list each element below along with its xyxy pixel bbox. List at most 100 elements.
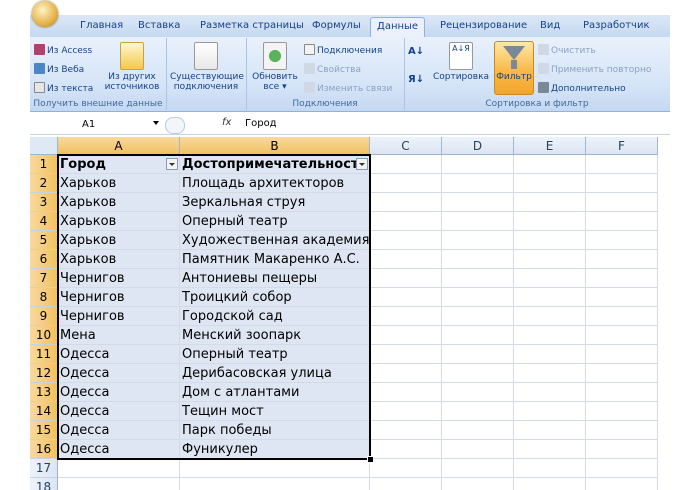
edit-links-button[interactable]: Изменить связи — [304, 82, 392, 94]
column-header-d[interactable]: D — [442, 137, 514, 155]
cell-a[interactable]: Мена — [58, 326, 180, 345]
cell-b[interactable]: Оперный театр — [180, 212, 370, 231]
cell-f[interactable] — [586, 459, 658, 478]
function-icon[interactable]: fx — [222, 117, 231, 128]
cell-b[interactable]: Дерибасовская улица — [180, 364, 370, 383]
cell-a[interactable]: Одесса — [58, 345, 180, 364]
cell-e[interactable] — [514, 231, 586, 250]
cell-f[interactable] — [586, 269, 658, 288]
cell-d[interactable] — [442, 440, 514, 459]
cell-f[interactable] — [586, 383, 658, 402]
row-header[interactable]: 7 — [30, 269, 58, 288]
refresh-all-button[interactable]: Обновить все ▾ — [250, 42, 300, 92]
cell-a[interactable]: Одесса — [58, 364, 180, 383]
formula-bar-splitter[interactable] — [165, 117, 185, 134]
cell-f[interactable] — [586, 307, 658, 326]
cell-a[interactable]: Одесса — [58, 383, 180, 402]
cell-e[interactable] — [514, 155, 586, 174]
row-header[interactable]: 5 — [30, 231, 58, 250]
cell-e[interactable] — [514, 250, 586, 269]
select-all-corner[interactable] — [30, 137, 58, 155]
cell-d[interactable] — [442, 231, 514, 250]
formula-input[interactable]: Город — [245, 118, 277, 129]
row-header[interactable]: 10 — [30, 326, 58, 345]
cell-e[interactable] — [514, 345, 586, 364]
cell-a[interactable] — [58, 459, 180, 478]
cell-b[interactable]: Тещин мост — [180, 402, 370, 421]
cell-d[interactable] — [442, 212, 514, 231]
clear-filter-button[interactable]: Очистить — [538, 44, 596, 56]
cell-d[interactable] — [442, 307, 514, 326]
cell-b[interactable] — [180, 478, 370, 490]
fill-handle[interactable] — [367, 456, 374, 463]
cell-b[interactable]: Фуникулер — [180, 440, 370, 459]
cell-b[interactable]: Троицкий собор — [180, 288, 370, 307]
row-header[interactable]: 8 — [30, 288, 58, 307]
name-box-dropdown-icon[interactable] — [153, 121, 159, 125]
column-header-f[interactable]: F — [586, 137, 658, 155]
cell-e[interactable] — [514, 269, 586, 288]
cell-f[interactable] — [586, 288, 658, 307]
from-access-button[interactable]: Из Access — [34, 44, 92, 56]
properties-button[interactable]: Свойства — [304, 63, 361, 75]
cell-e[interactable] — [514, 440, 586, 459]
cell-a[interactable]: Харьков — [58, 231, 180, 250]
filter-dropdown-a-icon[interactable] — [166, 158, 178, 170]
cell-c[interactable] — [370, 364, 442, 383]
row-header[interactable]: 13 — [30, 383, 58, 402]
row-header[interactable]: 1 — [30, 155, 58, 174]
cell-a[interactable]: Одесса — [58, 421, 180, 440]
tab-review[interactable]: Рецензирование — [440, 20, 527, 31]
cell-a[interactable]: Харьков — [58, 193, 180, 212]
cell-b[interactable] — [180, 459, 370, 478]
row-header[interactable]: 4 — [30, 212, 58, 231]
cell-c[interactable] — [370, 231, 442, 250]
cell-b[interactable]: Менский зоопарк — [180, 326, 370, 345]
cell-a[interactable]: Харьков — [58, 250, 180, 269]
cell-c[interactable] — [370, 478, 442, 490]
cell-e[interactable] — [514, 364, 586, 383]
cell-a[interactable]: Харьков — [58, 212, 180, 231]
row-header[interactable]: 6 — [30, 250, 58, 269]
cell-e[interactable] — [514, 402, 586, 421]
cell-c[interactable] — [370, 345, 442, 364]
cell-d[interactable] — [442, 402, 514, 421]
cell-d[interactable] — [442, 288, 514, 307]
cell-e[interactable] — [514, 478, 586, 490]
cell-c[interactable] — [370, 402, 442, 421]
cell-a[interactable] — [58, 478, 180, 490]
column-header-b[interactable]: B — [180, 137, 370, 155]
row-header[interactable]: 12 — [30, 364, 58, 383]
cell-e[interactable] — [514, 326, 586, 345]
cell-c[interactable] — [370, 212, 442, 231]
advanced-filter-button[interactable]: Дополнительно — [538, 82, 626, 94]
cell-f[interactable] — [586, 250, 658, 269]
row-header[interactable]: 11 — [30, 345, 58, 364]
cell-b[interactable]: Парк победы — [180, 421, 370, 440]
cell-f[interactable] — [586, 402, 658, 421]
header-cell-b[interactable]: Достопримечательность — [180, 155, 370, 174]
sort-descending-button[interactable]: Я↓ — [408, 74, 424, 85]
filter-button[interactable]: Фильтр — [494, 41, 534, 95]
existing-connections-button[interactable]: Существующие подключения — [170, 42, 244, 92]
cell-e[interactable] — [514, 193, 586, 212]
row-header[interactable]: 15 — [30, 421, 58, 440]
cell-b[interactable]: Площадь архитекторов — [180, 174, 370, 193]
filter-dropdown-b-icon[interactable] — [356, 158, 368, 170]
tab-insert[interactable]: Вставка — [138, 20, 180, 31]
office-button[interactable] — [32, 1, 58, 27]
cell-c[interactable] — [370, 269, 442, 288]
cell-b[interactable]: Дом с атлантами — [180, 383, 370, 402]
cell-f[interactable] — [586, 440, 658, 459]
cell-d[interactable] — [442, 478, 514, 490]
cell-c[interactable] — [370, 193, 442, 212]
row-header[interactable]: 3 — [30, 193, 58, 212]
cell-c[interactable] — [370, 174, 442, 193]
cell-e[interactable] — [514, 421, 586, 440]
cell-e[interactable] — [514, 383, 586, 402]
cell-f[interactable] — [586, 155, 658, 174]
connections-button[interactable]: Подключения — [304, 44, 382, 56]
cell-f[interactable] — [586, 326, 658, 345]
row-header[interactable]: 17 — [30, 459, 58, 478]
cell-d[interactable] — [442, 193, 514, 212]
